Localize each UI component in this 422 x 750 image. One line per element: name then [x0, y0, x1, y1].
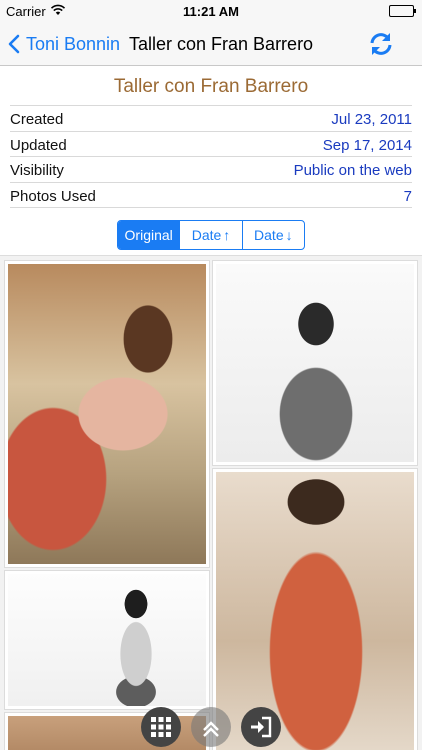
arrow-down-icon: ↓ [285, 227, 293, 243]
sort-segmented-control: Original Date ↑ Date ↓ [117, 220, 305, 250]
sort-original-segment[interactable]: Original [118, 221, 181, 249]
sort-date-ascending-segment[interactable]: Date ↑ [180, 221, 243, 249]
back-button[interactable]: Toni Bonnin [8, 31, 120, 57]
info-row-created: Created Jul 23, 2011 [10, 105, 412, 131]
photo-thumbnail[interactable] [4, 260, 210, 568]
status-time: 11:21 AM [183, 4, 239, 19]
info-label: Photos Used [10, 188, 96, 205]
info-value: Public on the web [293, 162, 412, 179]
battery-icon [389, 5, 416, 17]
sort-date-descending-segment[interactable]: Date ↓ [243, 221, 304, 249]
grid-view-button[interactable] [141, 707, 181, 747]
arrow-up-icon: ↑ [223, 227, 231, 243]
photo-image [216, 264, 414, 462]
info-row-visibility: Visibility Public on the web [10, 156, 412, 182]
photo-thumbnail[interactable] [212, 260, 418, 466]
nav-bar: Toni Bonnin Taller con Fran Barrero [0, 22, 422, 66]
info-row-photos-used: Photos Used 7 [10, 182, 412, 208]
album-title: Taller con Fran Barrero [113, 76, 309, 97]
status-bar: Carrier 11:21 AM [0, 0, 422, 22]
page-title: Taller con Fran Barrero [129, 34, 314, 54]
back-button-label: Toni Bonnin [26, 33, 121, 54]
info-label: Visibility [10, 162, 64, 179]
info-label: Created [10, 111, 64, 128]
photo-grid [0, 256, 422, 750]
photo-image [8, 574, 206, 706]
photo-image [8, 264, 206, 564]
chevron-left-icon [8, 34, 20, 54]
album-info-panel: Taller con Fran Barrero Created Jul 23, … [0, 66, 422, 256]
info-row-updated: Updated Sep 17, 2014 [10, 131, 412, 157]
grid-icon [151, 717, 171, 737]
info-value: Jul 23, 2011 [331, 111, 412, 128]
photo-thumbnail[interactable] [4, 570, 210, 710]
photo-image [216, 472, 414, 750]
info-value: Sep 17, 2014 [322, 137, 412, 154]
sign-out-icon [251, 716, 272, 738]
refresh-icon [370, 33, 392, 55]
exit-button[interactable] [241, 707, 281, 747]
info-label: Updated [10, 137, 67, 154]
info-value: 7 [403, 188, 412, 205]
scroll-to-top-button[interactable] [191, 707, 231, 747]
photo-thumbnail[interactable] [212, 468, 418, 750]
chevron-up-icon [203, 721, 219, 737]
refresh-button[interactable] [368, 31, 394, 57]
